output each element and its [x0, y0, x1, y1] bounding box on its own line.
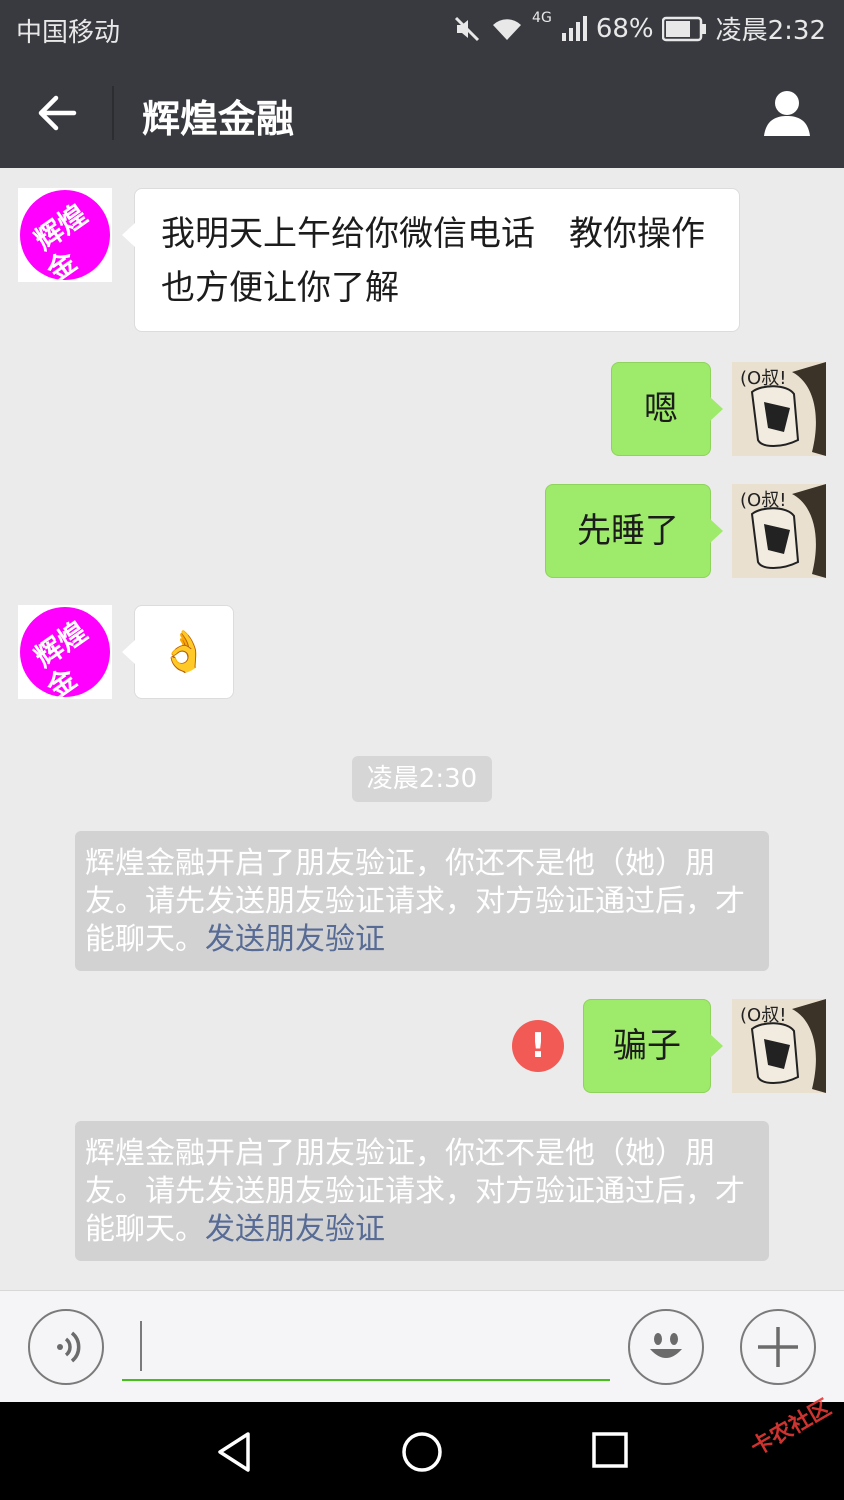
- plus-icon: [758, 1327, 798, 1367]
- recents-square-icon[interactable]: [590, 1430, 630, 1470]
- message-text: 嗯: [644, 389, 678, 429]
- status-time: 凌晨2:32: [715, 16, 826, 46]
- battery-icon: [661, 16, 708, 42]
- message-bubble-outgoing[interactable]: 先睡了: [545, 484, 723, 578]
- svg-text:(O叔!: (O叔!: [740, 1005, 786, 1026]
- svg-text:(O叔!: (O叔!: [740, 490, 786, 511]
- my-avatar[interactable]: (O叔!: [732, 484, 826, 578]
- emoji-button[interactable]: [628, 1309, 704, 1385]
- cartoon-avatar-icon: (O叔!: [732, 484, 826, 578]
- send-verification-link[interactable]: 发送朋友验证: [205, 922, 385, 957]
- status-bar: 中国移动 4G 68% 凌晨2:32: [0, 0, 844, 56]
- cartoon-avatar-icon: (O叔!: [732, 362, 826, 456]
- back-triangle-icon[interactable]: [214, 1430, 254, 1474]
- battery-percent: 68%: [595, 13, 654, 44]
- back-arrow-icon: [38, 95, 77, 131]
- ok-hand-emoji: 👌: [159, 629, 209, 675]
- chat-title: 辉煌金融: [142, 97, 295, 141]
- avatar-logo: 辉煌 金融: [20, 190, 110, 280]
- text-caret: [140, 1321, 142, 1371]
- message-list[interactable]: 辉煌 金融 我明天上午给你微信电话 教你操作也方便让你了解 嗯 (O叔! 先睡了…: [0, 168, 844, 1290]
- timestamp-divider: 凌晨2:30: [352, 756, 492, 802]
- avatar-logo: 辉煌 金融: [20, 607, 110, 697]
- signal-icon: [560, 15, 588, 43]
- message-text: 我明天上午给你微信电话 教你操作也方便让你了解: [161, 214, 705, 308]
- message-bubble-incoming[interactable]: 我明天上午给你微信电话 教你操作也方便让你了解: [122, 188, 740, 332]
- wifi-icon: [490, 14, 524, 44]
- message-text: 先睡了: [577, 511, 679, 551]
- contact-avatar[interactable]: 辉煌 金融: [18, 605, 112, 699]
- svg-text:(O叔!: (O叔!: [740, 368, 786, 389]
- notice-text: 辉煌金融开启了朋友验证，你还不是他（她）朋友。请先发送朋友验证请求，对方验证通过…: [85, 846, 745, 957]
- home-circle-icon[interactable]: [400, 1430, 444, 1474]
- message-bubble-incoming[interactable]: 👌: [122, 605, 234, 699]
- more-options-button[interactable]: [740, 1309, 816, 1385]
- network-type: 4G: [532, 10, 552, 26]
- person-icon: [764, 91, 810, 136]
- system-notice: 辉煌金融开启了朋友验证，你还不是他（她）朋友。请先发送朋友验证请求，对方验证通过…: [75, 1121, 769, 1261]
- back-button[interactable]: [30, 86, 84, 140]
- header-divider: [112, 86, 114, 140]
- voice-input-button[interactable]: [28, 1309, 104, 1385]
- message-bubble-outgoing[interactable]: 骗子: [583, 999, 723, 1093]
- my-avatar[interactable]: (O叔!: [732, 362, 826, 456]
- contact-avatar[interactable]: 辉煌 金融: [18, 188, 112, 282]
- message-input[interactable]: [122, 1315, 610, 1381]
- message-bubble-outgoing[interactable]: 嗯: [611, 362, 723, 456]
- chat-info-button[interactable]: [760, 86, 814, 140]
- my-avatar[interactable]: (O叔!: [732, 999, 826, 1093]
- mute-icon: [452, 14, 482, 44]
- send-failed-icon[interactable]: !: [512, 1020, 564, 1072]
- smiley-icon: [650, 1333, 682, 1358]
- cartoon-avatar-icon: (O叔!: [732, 999, 826, 1093]
- status-icons: 4G 68% 凌晨2:32: [452, 10, 826, 47]
- voice-icon: [57, 1331, 81, 1363]
- message-text: 骗子: [613, 1026, 681, 1066]
- system-notice: 辉煌金融开启了朋友验证，你还不是他（她）朋友。请先发送朋友验证请求，对方验证通过…: [75, 831, 769, 971]
- carrier-label: 中国移动: [16, 18, 121, 48]
- notice-text: 辉煌金融开启了朋友验证，你还不是他（她）朋友。请先发送朋友验证请求，对方验证通过…: [85, 1136, 745, 1247]
- system-navigation-bar: [0, 1402, 844, 1500]
- input-bar: [0, 1290, 844, 1402]
- chat-header: 辉煌金融: [0, 56, 844, 168]
- send-verification-link[interactable]: 发送朋友验证: [205, 1212, 385, 1247]
